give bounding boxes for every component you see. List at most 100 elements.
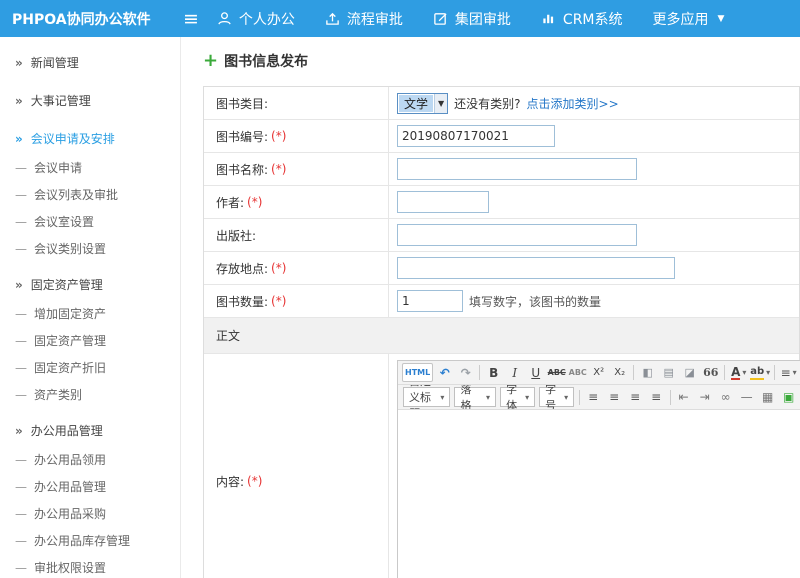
image-button[interactable]: ▣ [779,388,798,407]
form-row-author: 作者:(*) [204,186,799,219]
nav-group-approval[interactable]: 集团审批 [433,9,511,29]
nav-label: 集团审批 [455,9,511,29]
html-source-button[interactable]: HTML [402,363,433,382]
sidebar-item-meeting-room-setting[interactable]: —会议室设置 [0,208,180,235]
sidebar-item-meeting-apply[interactable]: —会议申请 [0,154,180,181]
dash-icon: — [15,242,27,256]
item-label: 会议申请 [34,159,82,176]
paragraph-select[interactable]: 段落格式▾ [454,387,496,407]
app-logo: PHPOA协同办公软件 [0,9,181,29]
align-right-button[interactable]: ≡ [626,388,645,407]
separator [633,365,634,380]
redo-button[interactable]: ↷ [456,363,475,382]
form-row-content: 内容:(*) HTML ↶ ↷ B I U ABC ABC [204,354,799,578]
sidebar-group-fixed-assets[interactable]: »固定资产管理 [0,269,180,300]
nav-crm-system[interactable]: CRM系统 [541,9,623,29]
sidebar-item-fixed-asset-manage[interactable]: —固定资产管理 [0,327,180,354]
category-hint: 还没有类别? [454,95,520,112]
sidebar-group-memorabilia[interactable]: »大事记管理 [0,85,180,116]
main-nav: 个人办公 流程审批 集团审批 CRM系统 更多应用 ▼ [217,9,725,29]
nav-process-approval[interactable]: 流程审批 [325,9,403,29]
item-label: 办公用品管理 [34,478,106,495]
editor-toolbar-row-1: HTML ↶ ↷ B I U ABC ABC X² X₂ ◧ [398,361,800,385]
book-name-input[interactable] [397,158,637,180]
caret-down-icon: ▾ [440,393,444,402]
publisher-input[interactable] [397,224,637,246]
ordered-list-button[interactable]: ≡▾ [779,363,798,382]
nav-personal-office[interactable]: 个人办公 [217,9,295,29]
indent-button[interactable]: ⇥ [695,388,714,407]
remove-format-button[interactable]: ABC [568,363,587,382]
item-label: 办公用品库存管理 [34,532,130,549]
page-title-text: 图书信息发布 [224,51,308,71]
subscript-button[interactable]: X₂ [610,363,629,382]
align-justify-button[interactable]: ≡ [647,388,666,407]
quantity-hint: 填写数字，该图书的数量 [469,293,601,310]
add-category-link[interactable]: 点击添加类别>> [527,95,619,112]
sidebar-item-approval-permission[interactable]: —审批权限设置 [0,554,180,578]
outdent-button[interactable]: ⇤ [674,388,693,407]
align-left-button[interactable]: ≡ [584,388,603,407]
horizontal-rule-button[interactable]: — [737,388,756,407]
item-label: 办公用品采购 [34,505,106,522]
chevrons-icon: » [15,132,23,146]
highlight-color-button[interactable]: ab▾ [750,363,770,382]
sidebar-item-meeting-category-setting[interactable]: —会议类别设置 [0,235,180,262]
dash-icon: — [15,361,27,375]
chevrons-icon: » [15,94,23,108]
item-label: 资产类别 [34,386,82,403]
font-family-select[interactable]: 字体▾ [500,387,535,407]
superscript-button[interactable]: X² [589,363,608,382]
chevrons-icon: » [15,278,23,292]
author-input[interactable] [397,191,489,213]
sidebar-item-supplies-purchase[interactable]: — 办公用品采购 [0,500,180,527]
dash-icon: — [15,215,27,229]
font-color-button[interactable]: A▾ [729,363,748,382]
underline-button[interactable]: U [526,363,545,382]
dash-icon: — [15,507,27,521]
dash-icon: — [15,334,27,348]
sidebar-group-news[interactable]: »新闻管理 [0,47,180,78]
table-button[interactable]: ▦ [758,388,777,407]
plus-icon: + [203,54,218,68]
location-input[interactable] [397,257,675,279]
separator [579,390,580,405]
sidebar-item-fixed-asset-depreciation[interactable]: — 固定资产折旧 [0,354,180,381]
dash-icon: — [15,388,27,402]
section-header-body-text: 正文 [204,318,799,354]
nav-more-apps[interactable]: 更多应用 ▼ [653,9,725,29]
chevrons-icon: » [15,56,23,70]
sidebar-group-meeting[interactable]: »会议申请及安排 [0,123,180,154]
selected-option: 文学 [399,95,433,112]
sidebar-item-supplies-requisition[interactable]: —办公用品领用 [0,446,180,473]
sidebar-item-asset-category[interactable]: — 资产类别 [0,381,180,408]
undo-button[interactable]: ↶ [435,363,454,382]
caret-down-icon: ▾ [525,393,529,402]
link-button[interactable]: ∞ [716,388,735,407]
separator [479,365,480,380]
book-number-input[interactable] [397,125,555,147]
italic-button[interactable]: I [505,363,524,382]
eraser-button[interactable]: ◧ [638,363,657,382]
bold-button[interactable]: B [484,363,503,382]
font-size-select[interactable]: 字号▾ [539,387,574,407]
sidebar-group-office-supplies[interactable]: »办公用品管理 [0,415,180,446]
paste-button[interactable]: ▤ [659,363,678,382]
sidebar-item-supplies-manage[interactable]: —办公用品管理 [0,473,180,500]
category-select[interactable]: 文学 ▼ [397,93,448,114]
form-row-book-number: 图书编号:(*) [204,120,799,153]
format-painter-button[interactable]: ◪ [680,363,699,382]
upload-icon [325,11,340,26]
sidebar-item-add-fixed-asset[interactable]: —增加固定资产 [0,300,180,327]
strikethrough-button[interactable]: ABC [547,363,566,382]
sidebar-item-meeting-list-approval[interactable]: —会议列表及审批 [0,181,180,208]
align-center-button[interactable]: ≡ [605,388,624,407]
blockquote-button[interactable]: 66 [701,363,720,382]
quantity-input[interactable] [397,290,463,312]
editor-content-area[interactable] [398,410,800,578]
hamburger-menu-icon[interactable]: ≡ [183,8,199,30]
heading-select[interactable]: 自定义标题▾ [403,387,450,407]
item-label: 会议列表及审批 [34,186,118,203]
sidebar-item-supplies-inventory[interactable]: —办公用品库存管理 [0,527,180,554]
item-label: 固定资产折旧 [34,359,106,376]
